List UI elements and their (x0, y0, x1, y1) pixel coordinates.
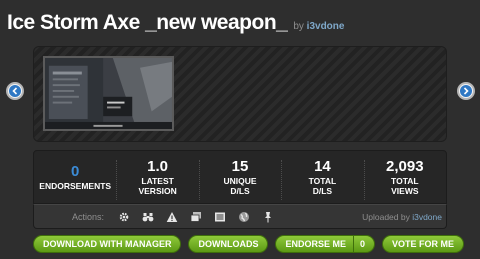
byline: by i3vdone (293, 21, 344, 32)
stat-label: ENDORSEMENTS (39, 181, 112, 191)
list-icon[interactable] (210, 207, 230, 226)
endorse-label: ENDORSE ME (285, 239, 346, 249)
warning-icon[interactable] (162, 207, 182, 226)
stat-label: LATEST VERSION (138, 176, 177, 196)
stat-label: TOTAL VIEWS (391, 176, 419, 196)
stat-label: UNIQUE D/LS (223, 176, 257, 196)
author-link[interactable]: i3vdone (307, 21, 345, 32)
title-row: Ice Storm Axe _new weapon_ by i3vdone (7, 6, 344, 40)
gallery-prev-button[interactable] (6, 82, 24, 100)
globe-icon[interactable] (234, 207, 254, 226)
download-with-manager-button[interactable]: DOWNLOAD WITH MANAGER (33, 235, 182, 253)
gallery-thumbnail[interactable] (43, 56, 174, 131)
stat-unique-downloads: 15 UNIQUE D/LS (198, 158, 281, 200)
stats-bar: 0 ENDORSEMENTS 1.0 LATEST VERSION 15 UNI… (33, 150, 447, 204)
uploaded-by: Uploaded by i3vdone (362, 212, 442, 222)
endorse-button[interactable]: ENDORSE ME 0 (275, 235, 376, 253)
download-with-manager-label: DOWNLOAD WITH MANAGER (43, 239, 172, 249)
chevron-right-icon (460, 85, 472, 97)
chevron-left-icon (9, 85, 21, 97)
stat-value: 2,093 (386, 158, 424, 175)
page-title: Ice Storm Axe _new weapon_ (7, 11, 288, 34)
by-label: by (293, 21, 304, 32)
screenshot-image (45, 58, 172, 129)
uploaded-by-label: Uploaded by (362, 211, 410, 222)
images-icon[interactable] (186, 207, 206, 226)
action-buttons: DOWNLOAD WITH MANAGER DOWNLOADS ENDORSE … (33, 235, 471, 253)
downloads-button[interactable]: DOWNLOADS (188, 235, 269, 253)
stat-value: 14 (314, 158, 331, 175)
stat-latest-version: 1.0 LATEST VERSION (116, 158, 198, 200)
stat-label: TOTAL D/LS (308, 176, 337, 196)
binoculars-icon[interactable] (138, 207, 158, 226)
downloads-label: DOWNLOADS (198, 239, 259, 249)
mod-page: Ice Storm Axe _new weapon_ by i3vdone 0 … (0, 0, 480, 259)
stat-value: 15 (231, 158, 249, 175)
endorse-count: 0 (353, 236, 365, 252)
gallery-next-button[interactable] (457, 82, 475, 100)
actions-bar: Actions: Uploaded by i3vdone (33, 204, 447, 229)
stat-total-views: 2,093 TOTAL VIEWS (363, 158, 446, 200)
stat-endorsements: 0 ENDORSEMENTS (34, 163, 116, 191)
vote-label: VOTE FOR ME (392, 239, 455, 249)
gear-icon[interactable] (114, 207, 134, 226)
uploader-link[interactable]: i3vdone (412, 212, 442, 222)
actions-label: Actions: (72, 211, 105, 222)
pin-icon[interactable] (258, 207, 278, 226)
vote-button[interactable]: VOTE FOR ME (382, 235, 465, 253)
stat-total-downloads: 14 TOTAL D/LS (281, 158, 363, 200)
stat-value: 0 (71, 163, 80, 180)
image-gallery (33, 46, 447, 142)
stat-value: 1.0 (147, 158, 169, 175)
